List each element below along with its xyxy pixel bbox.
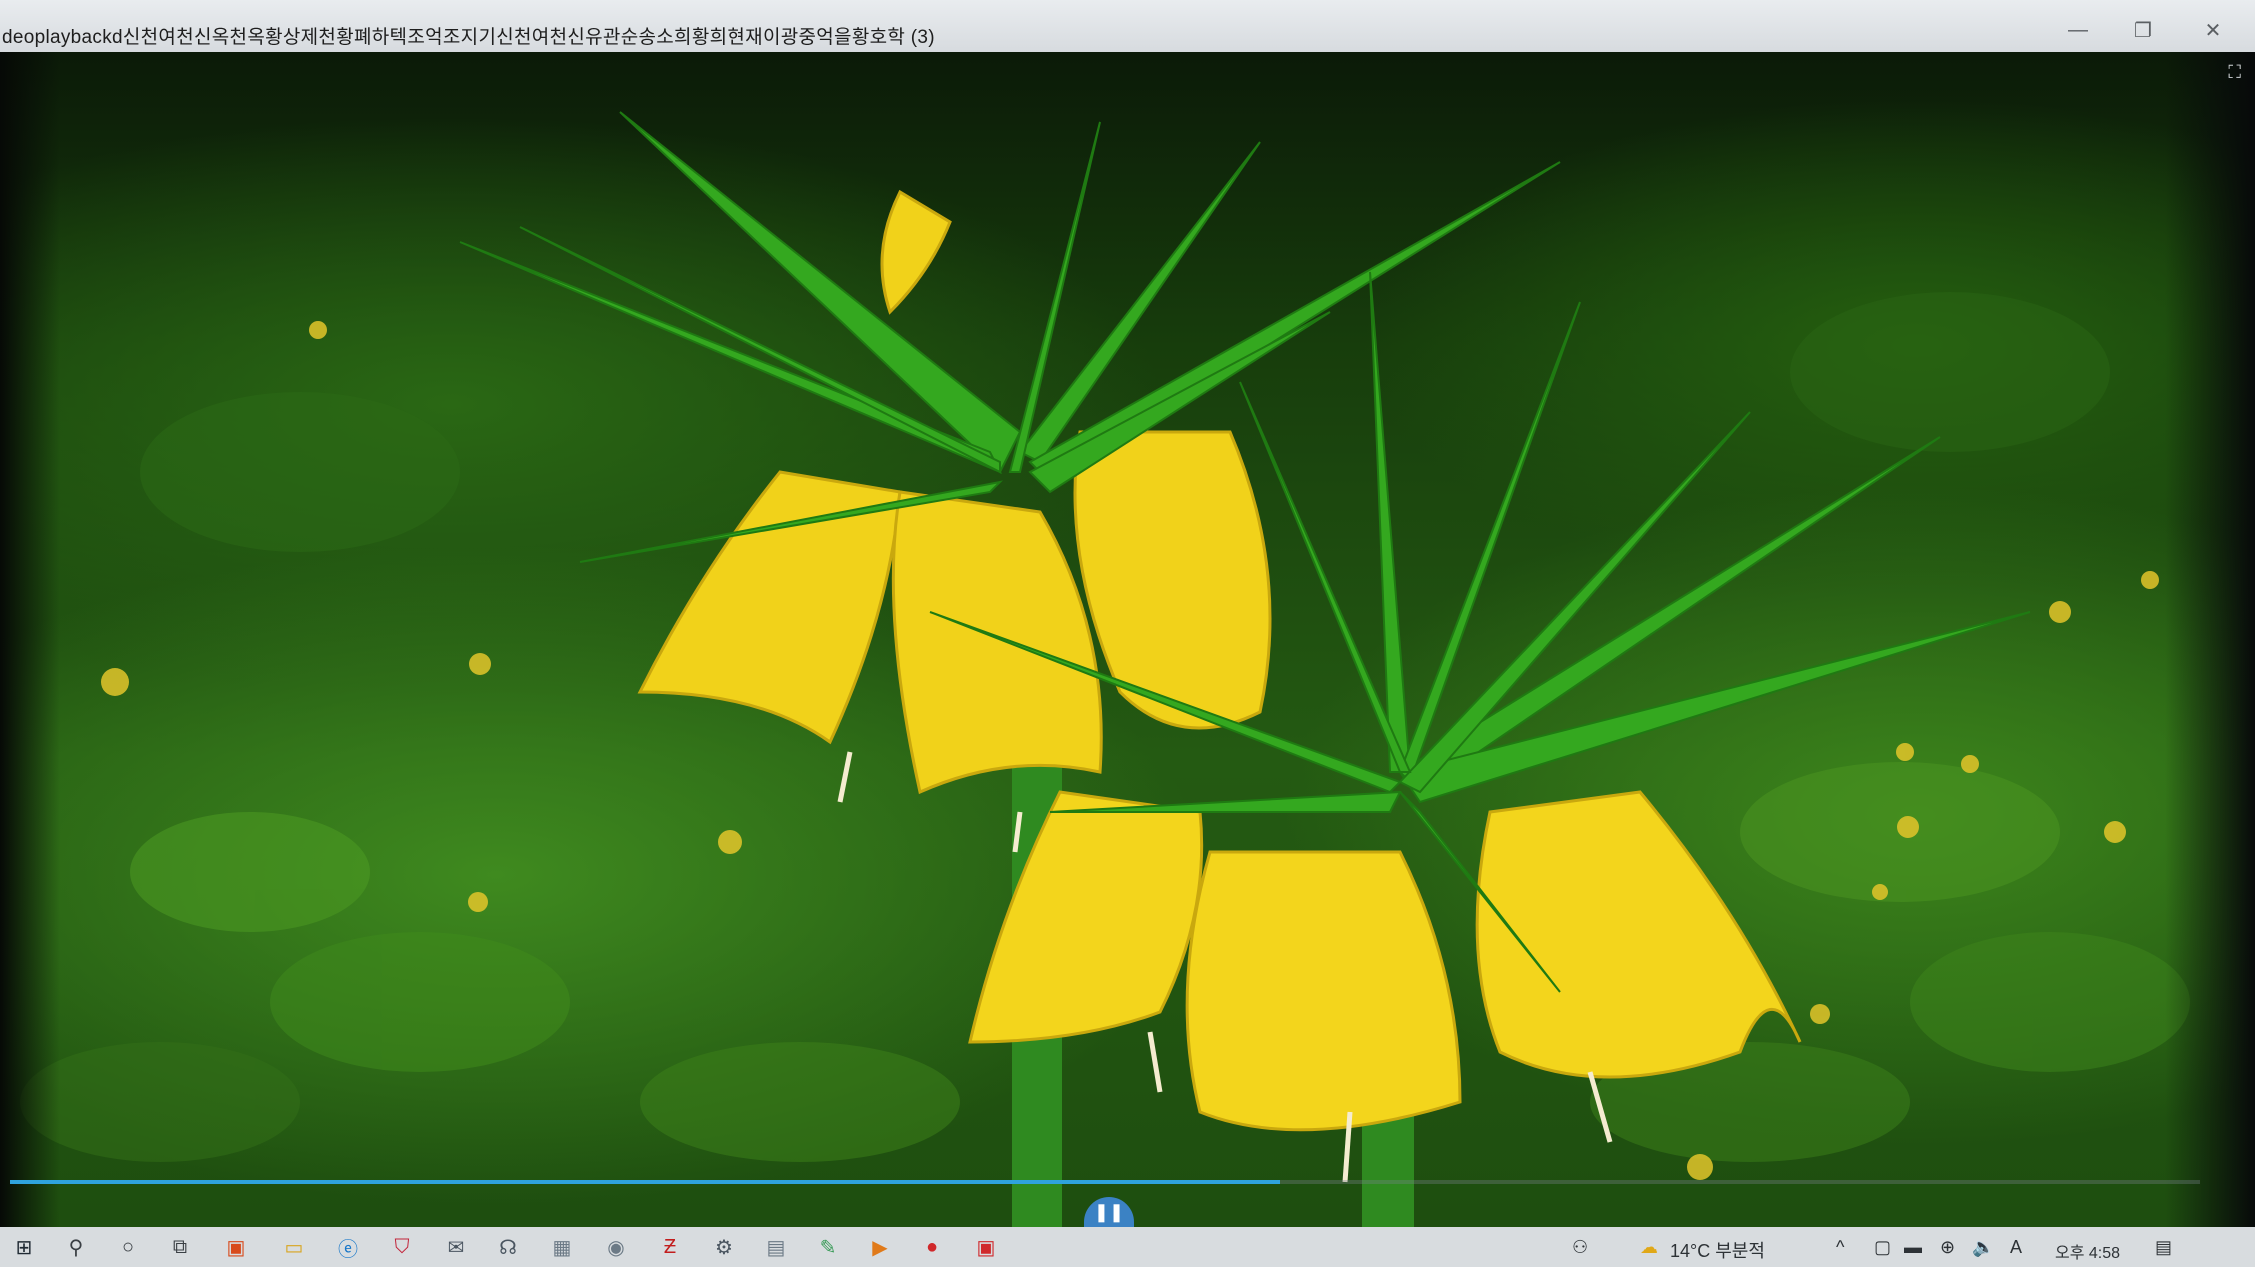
- file-explorer-icon[interactable]: ▭: [280, 1233, 308, 1261]
- filezilla-icon[interactable]: Ƶ: [656, 1233, 684, 1261]
- notepad-icon[interactable]: ✎: [814, 1233, 842, 1261]
- flower-image: [20, 111, 2190, 1227]
- video-frame[interactable]: ⛶ ❚❚: [0, 52, 2255, 1227]
- video-right-shadow: [2165, 52, 2255, 1227]
- headset-icon[interactable]: ☊: [494, 1233, 522, 1261]
- store-icon[interactable]: ▣: [972, 1233, 1000, 1261]
- tray-volume-icon[interactable]: 🔈: [1972, 1237, 1994, 1258]
- maximize-icon: ❐: [2134, 19, 2152, 42]
- progress-fill: [10, 1180, 1281, 1184]
- maximize-button[interactable]: ❐: [2120, 14, 2166, 46]
- taskbar: ⊞ ⚲ ○ ⧉ ▣ ▭ ⓔ ⛉ ✉ ☊ ▦ ◉ Ƶ ⚙ ▤ ✎ ▶ ● ▣ ⚇ ☁ 14°C 부분적 ^ ▢ ▬ ⊕…: [0, 1227, 2255, 1267]
- close-icon: ✕: [2204, 19, 2222, 42]
- edge-icon[interactable]: ⓔ: [334, 1233, 362, 1261]
- task-view-icon[interactable]: ⧉: [166, 1233, 194, 1261]
- clock[interactable]: 오후 4:58: [2055, 1239, 2120, 1263]
- notification-icon[interactable]: ▤: [2155, 1237, 2172, 1258]
- cortana-icon[interactable]: ○: [114, 1233, 142, 1261]
- photos-icon[interactable]: ▦: [548, 1233, 576, 1261]
- minimize-icon: —: [2068, 18, 2088, 41]
- media-icon[interactable]: ▶: [866, 1233, 894, 1261]
- video-left-shadow: [0, 52, 60, 1227]
- fullscreen-icon[interactable]: ⛶: [2228, 62, 2241, 83]
- people-icon[interactable]: ⚇: [1572, 1237, 1588, 1258]
- ime-indicator[interactable]: A: [2010, 1237, 2022, 1258]
- close-button[interactable]: ✕: [2190, 14, 2236, 46]
- mail-icon[interactable]: ✉: [442, 1233, 470, 1261]
- pause-icon: ❚❚: [1093, 1201, 1125, 1222]
- tray-usb-icon[interactable]: ▢: [1874, 1237, 1891, 1258]
- camera-icon[interactable]: ◉: [602, 1233, 630, 1261]
- record-icon[interactable]: ●: [918, 1233, 946, 1261]
- settings-icon[interactable]: ⚙: [710, 1233, 738, 1261]
- window-title-bar[interactable]: deoplaybackd신천여천신옥천옥황상제천황폐하텍조억조지기신천여천신유관…: [0, 0, 2255, 52]
- progress-bar[interactable]: [10, 1180, 2200, 1184]
- tray-battery-icon[interactable]: ▬: [1904, 1237, 1922, 1258]
- tray-chevron-icon[interactable]: ^: [1836, 1237, 1844, 1258]
- weather-text[interactable]: 14°C 부분적: [1670, 1237, 1765, 1263]
- search-icon[interactable]: ⚲: [62, 1233, 90, 1261]
- monitor-screen: deoplaybackd신천여천신옥천옥황상제천황폐하텍조억조지기신천여천신유관…: [0, 0, 2255, 1267]
- minimize-button[interactable]: —: [2055, 14, 2101, 46]
- shield-app-icon[interactable]: ⛉: [388, 1233, 416, 1261]
- start-icon[interactable]: ⊞: [10, 1233, 38, 1261]
- calculator-icon[interactable]: ▤: [762, 1233, 790, 1261]
- office-icon[interactable]: ▣: [222, 1233, 250, 1261]
- window-title: deoplaybackd신천여천신옥천옥황상제천황폐하텍조억조지기신천여천신유관…: [2, 27, 935, 48]
- weather-icon: ☁: [1640, 1237, 1658, 1257]
- tray-network-icon[interactable]: ⊕: [1940, 1237, 1955, 1258]
